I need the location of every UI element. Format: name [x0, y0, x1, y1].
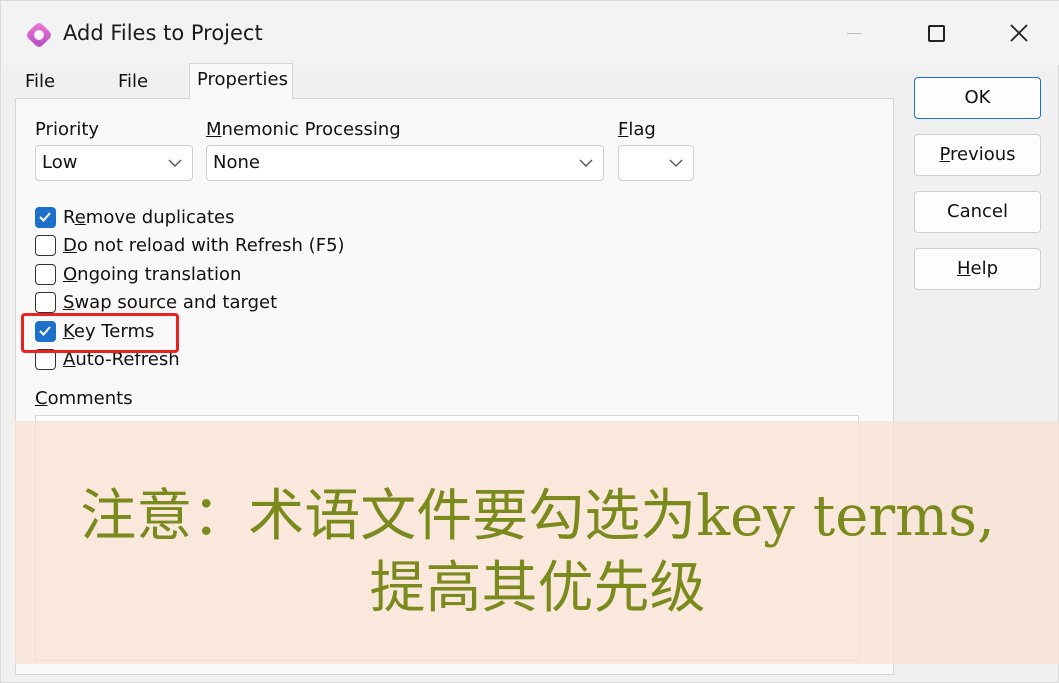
comments-label: Comments: [35, 388, 133, 409]
add-files-dialog: Add Files to Project File Type File List…: [0, 0, 1059, 683]
flag-label: Flag: [618, 119, 656, 140]
do-not-reload-label: Do not reload with Refresh (F5): [63, 234, 345, 256]
remove-duplicates-option[interactable]: Remove duplicates: [35, 205, 234, 229]
tab-file-list[interactable]: File List: [111, 67, 186, 122]
chevron-down-icon: [168, 159, 182, 167]
do-not-reload-checkbox[interactable]: [35, 234, 56, 256]
mnemonic-processing-value: None: [213, 152, 260, 173]
do-not-reload-option[interactable]: Do not reload with Refresh (F5): [35, 233, 345, 257]
tab-file-type[interactable]: File Type: [18, 67, 108, 122]
key-terms-highlight-box: [21, 313, 179, 353]
ongoing-translation-label: Ongoing translation: [63, 263, 242, 285]
close-icon: [1010, 24, 1028, 42]
swap-source-target-option[interactable]: Swap source and target: [35, 290, 277, 314]
annotation-note-line1: 注意：术语文件要勾选为key terms,: [80, 484, 995, 549]
remove-duplicates-label: Remove duplicates: [63, 206, 235, 228]
chevron-down-icon: [669, 159, 683, 167]
minimize-button[interactable]: [831, 13, 877, 53]
ok-button[interactable]: OK: [914, 77, 1041, 119]
tab-properties[interactable]: Properties: [189, 63, 293, 99]
help-button[interactable]: Help: [914, 248, 1041, 290]
maximize-button[interactable]: [913, 13, 959, 53]
cancel-button[interactable]: Cancel: [914, 191, 1041, 233]
swap-source-target-checkbox[interactable]: [35, 291, 56, 313]
app-icon: [25, 21, 53, 49]
mnemonic-processing-label: Mnemonic Processing: [206, 119, 401, 140]
priority-select[interactable]: Low: [35, 145, 193, 181]
maximize-icon: [927, 24, 945, 42]
annotation-note-line2: 提高其优先级: [369, 556, 706, 621]
close-button[interactable]: [996, 13, 1042, 53]
minimize-icon: [846, 32, 862, 34]
priority-value: Low: [42, 152, 78, 173]
mnemonic-processing-select[interactable]: None: [206, 145, 604, 181]
window-title: Add Files to Project: [63, 21, 263, 45]
ongoing-translation-checkbox[interactable]: [35, 263, 56, 285]
remove-duplicates-checkbox[interactable]: [35, 206, 56, 228]
flag-select[interactable]: [618, 145, 694, 181]
priority-label: Priority: [35, 119, 100, 140]
ongoing-translation-option[interactable]: Ongoing translation: [35, 262, 241, 286]
title-bar[interactable]: Add Files to Project: [1, 1, 1059, 65]
checkmark-icon: [39, 211, 51, 222]
swap-source-target-label: Swap source and target: [63, 291, 278, 313]
chevron-down-icon: [579, 159, 593, 167]
previous-button[interactable]: Previous: [914, 134, 1041, 176]
